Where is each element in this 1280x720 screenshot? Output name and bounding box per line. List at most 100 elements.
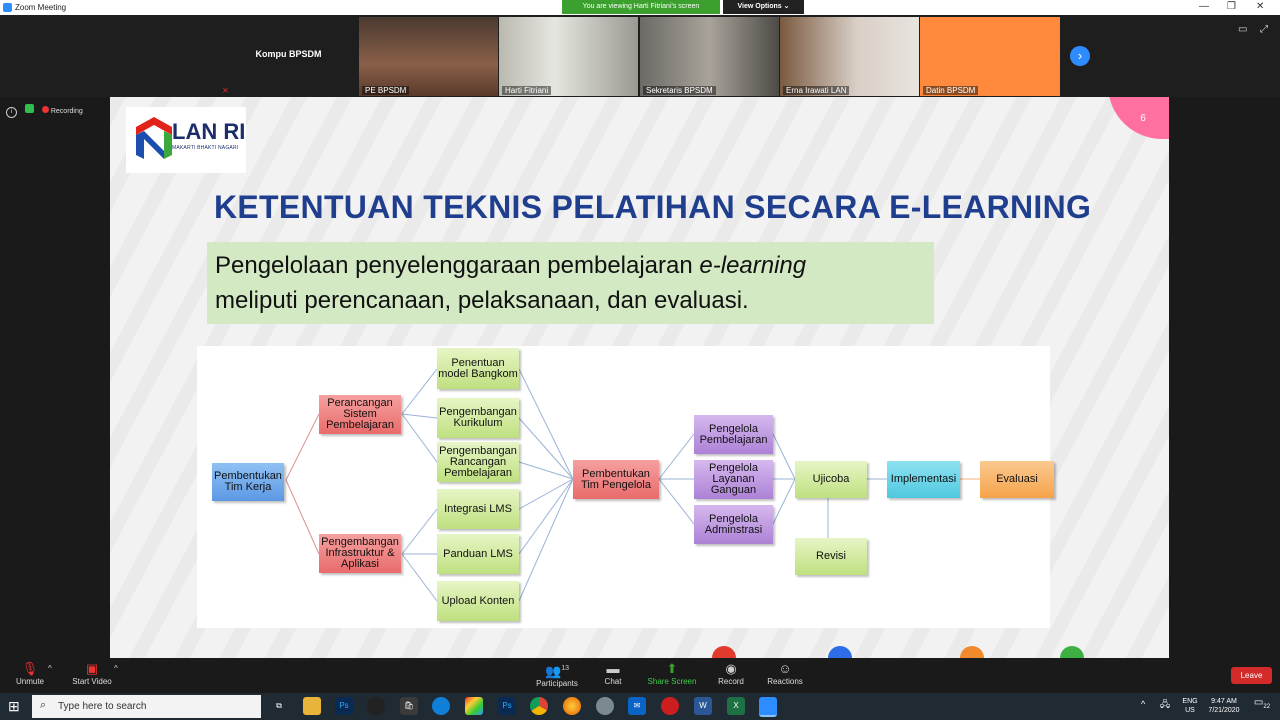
participant-tile[interactable]: PE BPSDM — [359, 17, 498, 96]
firefox-icon[interactable] — [563, 697, 581, 715]
node-penentuan-model: Penentuan model Bangkom — [437, 348, 519, 389]
video-options-caret[interactable]: ^ — [114, 664, 118, 673]
share-screen-label: Share Screen — [647, 677, 697, 686]
record-label: Record — [718, 677, 744, 686]
participant-label: PE BPSDM — [362, 86, 410, 95]
node-integrasi-lms: Integrasi LMS — [437, 489, 519, 529]
unmute-button[interactable]: 🎙 Unmute — [12, 661, 48, 686]
node-panduan-lms: Panduan LMS — [437, 534, 519, 574]
notifications-icon[interactable]: ▭22 — [1252, 698, 1272, 712]
tray-expand-icon[interactable]: ^ — [1141, 700, 1145, 709]
network-icon[interactable]: 🖧 — [1160, 700, 1170, 709]
minimize-icon[interactable]: — — [1199, 1, 1209, 12]
windows-start-icon[interactable]: ⊞ — [8, 698, 20, 715]
participant-tile[interactable]: Sekretaris BPSDM — [640, 17, 779, 96]
record-button[interactable]: ◉ Record — [716, 661, 746, 686]
reactions-button[interactable]: ☺ Reactions — [766, 661, 804, 686]
excel-icon[interactable]: X — [727, 697, 745, 715]
participants-label: Participants — [536, 679, 578, 689]
opera-icon[interactable] — [661, 697, 679, 715]
clock-date: 7/21/2020 — [1208, 707, 1240, 714]
blue-badge-icon — [828, 646, 852, 658]
start-video-button[interactable]: ▣ Start Video — [70, 661, 114, 686]
notification-count: 22 — [1263, 704, 1271, 710]
photoshop-2-icon[interactable]: Ps — [498, 697, 516, 715]
process-diagram: Pembentukan Tim Kerja Perancangan Sistem… — [197, 346, 1054, 628]
chrome-icon[interactable] — [530, 697, 548, 715]
node-evaluasi: Evaluasi — [980, 461, 1054, 498]
language-indicator[interactable]: ENG US — [1180, 697, 1200, 715]
participants-icon: 👥13 — [545, 663, 569, 679]
next-page-button[interactable]: › — [1070, 46, 1090, 66]
clock[interactable]: 9:47 AM 7/21/2020 — [1203, 697, 1245, 715]
word-icon[interactable]: W — [694, 697, 712, 715]
reactions-icon: ☺ — [778, 661, 792, 676]
footer-values-strip — [710, 646, 1169, 658]
task-view-icon[interactable]: ⧉ — [270, 697, 288, 715]
participant-tile[interactable]: Erna Irawati LAN — [780, 17, 919, 96]
clock-time: 9:47 AM — [1211, 698, 1237, 705]
audio-options-caret[interactable]: ^ — [48, 664, 52, 673]
file-explorer-icon[interactable] — [303, 697, 321, 715]
node-pengelola-layanan: Pengelola Layanan Ganguan — [694, 460, 773, 499]
meeting-toolbar — [0, 658, 1280, 693]
video-off-icon: ▣ — [85, 661, 99, 676]
viewing-banner: You are viewing Harti Fitriani's screen — [562, 0, 720, 14]
participant-tile[interactable]: Datin BPSDM — [920, 17, 1060, 96]
participant-tile[interactable]: Kompu BPSDM ⨯ — [219, 17, 358, 96]
node-pengelola-administrasi: Pengelola Adminstrasi — [694, 505, 773, 544]
zoom-app-icon — [3, 3, 12, 12]
zoom-taskbar-icon[interactable] — [759, 697, 777, 717]
participants-button[interactable]: 👥13 Participants — [533, 661, 581, 688]
obs-icon[interactable] — [367, 697, 385, 715]
fullscreen-icon[interactable]: ⤢ — [1260, 24, 1268, 35]
close-icon[interactable]: ✕ — [1256, 1, 1264, 12]
node-pengembangan-infrastruktur: Pengembangan Infrastruktur & Aplikasi — [319, 534, 401, 573]
store-icon[interactable]: 🛍 — [400, 697, 418, 715]
info-icon[interactable]: i — [6, 107, 17, 118]
share-screen-button[interactable]: ⬆ Share Screen — [647, 661, 697, 686]
logo-text: LAN RI — [172, 119, 246, 144]
edge-icon[interactable] — [432, 697, 450, 715]
search-placeholder: Type here to search — [58, 701, 147, 712]
status-area: i Recording — [6, 104, 83, 118]
gallery-view-icon[interactable]: ▭ — [1238, 24, 1247, 35]
node-perancangan-sistem: Perancangan Sistem Pembelajaran — [319, 395, 401, 434]
reactions-label: Reactions — [767, 677, 803, 686]
participant-name: Kompu BPSDM — [255, 49, 322, 59]
participant-label: Harti Fitriani — [502, 86, 552, 95]
node-pembentukan-tim-kerja: Pembentukan Tim Kerja — [212, 463, 284, 501]
orange-badge-icon — [960, 646, 984, 658]
logo-tagline: MAKARTI BHAKTI NAGARI — [172, 145, 239, 151]
share-screen-icon: ⬆ — [666, 661, 678, 676]
color-app-icon[interactable] — [465, 697, 483, 715]
subtitle-line-1: Pengelolaan penyelenggaraan pembelajaran… — [215, 252, 807, 279]
red-badge-icon — [712, 646, 736, 658]
subtitle-box: Pengelolaan penyelenggaraan pembelajaran… — [207, 242, 934, 324]
slide-title: KETENTUAN TEKNIS PELATIHAN SECARA E-LEAR… — [214, 189, 1092, 225]
chat-button[interactable]: ▬ Chat — [600, 661, 626, 686]
muted-mic-icon: ⨯ — [222, 86, 229, 95]
window-title: Zoom Meeting — [15, 3, 67, 12]
muted-mic-icon: 🎙 — [21, 661, 39, 676]
unmute-label: Unmute — [15, 677, 44, 686]
search-icon: ⌕ — [40, 699, 47, 711]
leave-button[interactable]: Leave — [1231, 667, 1272, 684]
subtitle-line-2: meliputi perencanaan, pelaksanaan, dan e… — [215, 287, 749, 314]
participant-label: Sekretaris BPSDM — [643, 86, 716, 95]
shared-screen: 6 LAN RI MAKARTI BHAKTI NAGARI KETENTUAN… — [110, 97, 1169, 658]
participant-tile[interactable]: Harti Fitriani — [499, 17, 638, 96]
restore-icon[interactable]: ❐ — [1227, 1, 1236, 12]
photoshop-icon[interactable]: Ps — [335, 697, 353, 715]
view-options-button[interactable]: View Options ⌄ — [723, 0, 804, 14]
green-badge-icon — [1060, 646, 1084, 658]
node-upload-konten: Upload Konten — [437, 581, 519, 621]
shield-icon[interactable] — [24, 104, 34, 113]
taskbar-search-input[interactable]: ⌕ Type here to search — [32, 695, 261, 718]
app-icon[interactable] — [596, 697, 614, 715]
lan-ri-logo: LAN RI MAKARTI BHAKTI NAGARI — [126, 107, 246, 173]
record-icon: ◉ — [725, 661, 737, 676]
node-pengembangan-kurikulum: Pengembangan Kurikulum — [437, 398, 519, 438]
mail-icon[interactable]: ✉ — [628, 697, 646, 715]
participants-count: 13 — [561, 665, 569, 672]
